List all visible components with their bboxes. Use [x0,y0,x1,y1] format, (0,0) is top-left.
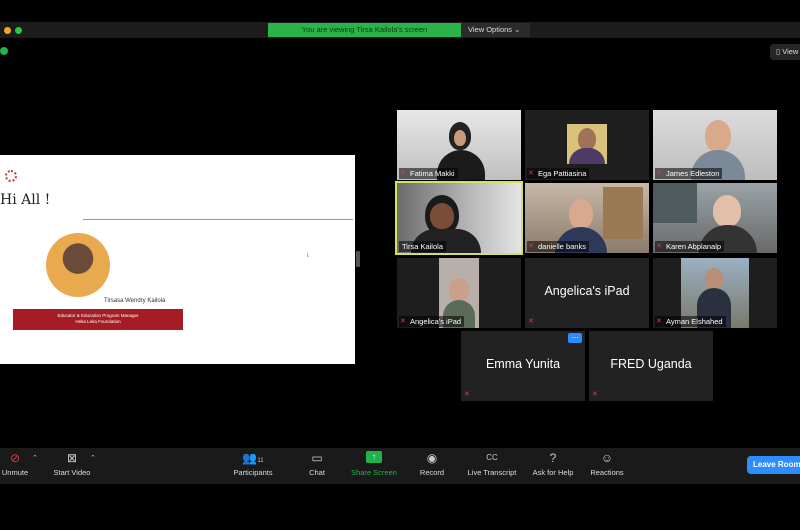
more-options-icon[interactable]: … [568,332,582,343]
participant-name: Fatima Makki [399,168,458,179]
video-tile-emma[interactable]: … Emma Yunita ✕ [461,331,585,401]
participants-icon: 👥11 [242,451,264,465]
video-tile-fred[interactable]: FRED Uganda ✕ [589,331,713,401]
help-icon: ? [549,451,557,465]
muted-mic-icon: ✕ [528,318,534,325]
screen-share-banner: You are viewing Tirsa Kailola's screen [268,23,461,37]
participant-name: Ayman Elshahed [655,316,726,327]
slide-divider [83,219,353,220]
video-options-caret-icon[interactable]: ⌃ [90,454,96,462]
cc-icon: CC [486,453,498,462]
encryption-shield-icon[interactable] [0,47,8,55]
view-button[interactable]: ▯ View [770,44,800,60]
participant-name: Angelica's iPad [544,284,630,298]
muted-mic-icon: ✕ [464,391,470,398]
muted-mic-icon: ✕ [528,170,534,177]
reactions-smiley-icon: ☺ [600,451,614,465]
foundation-logo-icon [5,170,17,182]
zoom-window-button[interactable] [15,27,22,34]
participant-name: Tirsa Kailola [399,241,446,252]
muted-mic-icon: ✕ [528,243,534,250]
muted-mic-icon: ✕ [400,170,406,177]
unmute-button[interactable]: ⊘ Unmute [0,451,30,477]
muted-mic-icon: ⊘ [9,451,21,465]
ask-for-help-button[interactable]: ? Ask for Help [529,451,577,477]
minimize-window-button[interactable] [4,27,11,34]
record-button[interactable]: ◉ Record [417,451,447,477]
video-tile-james[interactable]: James Edleston ✕ [653,110,777,180]
participants-button[interactable]: 👥11 Participants [230,451,276,477]
split-resize-handle[interactable] [356,251,360,267]
muted-mic-icon: ✕ [656,318,662,325]
share-screen-button[interactable]: ↑ Share Screen [348,451,400,477]
video-tile-angelica-video[interactable]: Angelica's iPad ✕ [397,258,521,328]
muted-mic-icon: ✕ [656,170,662,177]
live-transcript-button[interactable]: CC Live Transcript [463,451,521,477]
participant-name: Emma Yunita [485,357,561,371]
video-tile-danielle[interactable]: danielle banks ✕ [525,183,649,253]
participant-name: Karen Abplanalp [655,241,725,252]
record-icon: ◉ [426,451,438,465]
leave-room-button[interactable]: Leave Room [747,456,800,474]
muted-mic-icon: ✕ [592,391,598,398]
video-off-icon: ⊠ [66,451,78,465]
chat-icon: ▭ [311,451,323,465]
role-line-2: Heka Leka Foundation [75,319,121,324]
shared-screen-content: Hi All ! Tirsasa Wendry Kailola Educator… [0,155,355,364]
video-tile-ega[interactable]: Ega Pattiasina ✕ [525,110,649,180]
participant-name: danielle banks [527,241,589,252]
presenter-photo [46,233,110,297]
participant-name: James Edleston [655,168,723,179]
chat-button[interactable]: ▭ Chat [305,451,329,477]
reactions-button[interactable]: ☺ Reactions [587,451,627,477]
slide-title: Hi All ! [0,192,51,208]
participant-name: Ega Pattiasina [527,168,590,179]
participant-name: Angelica's iPad [399,316,465,327]
meeting-toolbar [0,448,800,484]
video-tile-karen[interactable]: Karen Abplanalp ✕ [653,183,777,253]
video-tile-ayman[interactable]: Ayman Elshahed ✕ [653,258,777,328]
audio-options-caret-icon[interactable]: ⌃ [32,454,38,462]
share-screen-icon: ↑ [366,451,382,463]
video-tile-angelica-ipad[interactable]: Angelica's iPad ✕ [525,258,649,328]
participant-name: FRED Uganda [610,357,692,371]
view-options-menu[interactable]: View Options ⌄ [461,23,530,37]
presenter-name: Tirsasa Wendry Kailola [104,298,166,304]
cursor-icon: ⇂ [305,253,311,259]
muted-mic-icon: ✕ [656,243,662,250]
presenter-role-banner: Educator & Education Program Manager Hek… [13,309,183,330]
video-tile-fatima[interactable]: Fatima Makki ✕ [397,110,521,180]
video-tile-tirsa[interactable]: Tirsa Kailola [395,181,523,255]
muted-mic-icon: ✕ [400,318,406,325]
start-video-button[interactable]: ⊠ Start Video [50,451,94,477]
